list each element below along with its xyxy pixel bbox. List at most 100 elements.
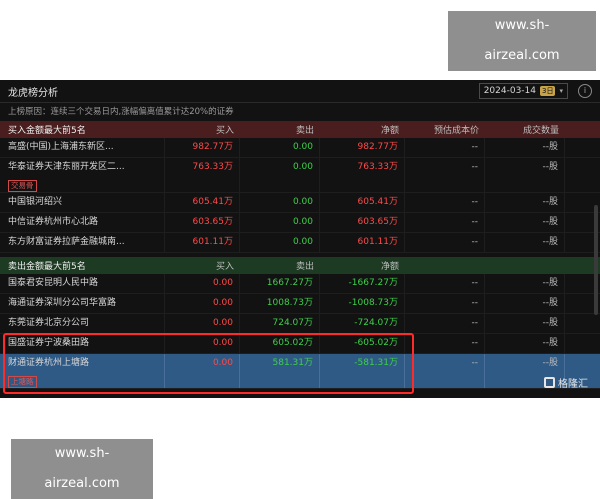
net-amount: 605.41万 (320, 193, 405, 212)
broker-name: 华泰证券天津东丽开发区二... (8, 162, 125, 172)
panel-title: 龙虎榜分析 (8, 87, 58, 99)
net-amount: 763.33万 (320, 158, 405, 192)
broker-tag[interactable]: 交易骨 (8, 180, 37, 192)
date-picker[interactable]: 2024-03-14 3日 ▾ (478, 83, 568, 99)
table-row[interactable]: 国盛证券宁波桑田路 0.00 605.02万 -605.02万 -- --股 (0, 334, 600, 354)
net-amount: -1008.73万 (320, 294, 405, 313)
volume: --股 (485, 233, 565, 252)
sell-amount: 0.00 (240, 193, 320, 212)
net-amount: 601.11万 (320, 233, 405, 252)
volume: --股 (485, 294, 565, 313)
sell-amount: 605.02万 (240, 334, 320, 353)
broker-name: 海通证券深圳分公司华富路 (0, 294, 165, 313)
net-amount: -724.07万 (320, 314, 405, 333)
volume: --股 (485, 314, 565, 333)
broker-name: 国泰君安昆明人民中路 (0, 274, 165, 293)
date-value: 2024-03-14 (483, 86, 537, 96)
broker-name: 东莞证券北京分公司 (0, 314, 165, 333)
broker-name: 高盛(中国)上海浦东新区... (0, 138, 165, 157)
net-amount: 982.77万 (320, 138, 405, 157)
chevron-down-icon: ▾ (559, 87, 563, 95)
column-net[interactable]: 净额 (320, 259, 405, 272)
column-volume[interactable]: 成交数量 (485, 123, 565, 136)
buy-amount: 0.00 (165, 294, 240, 313)
volume: --股 (485, 213, 565, 232)
sell-section-header: 卖出金额最大前5名 买入 卖出 净额 (0, 257, 600, 274)
broker-name: 中国银河绍兴 (0, 193, 165, 212)
table-row[interactable]: 高盛(中国)上海浦东新区... 982.77万 0.00 982.77万 -- … (0, 138, 600, 158)
net-amount: -1667.27万 (320, 274, 405, 293)
watermark-bottom: www.sh-airzeal.com (11, 439, 153, 499)
table-row[interactable]: 中信证券杭州市心北路 603.65万 0.00 603.65万 -- --股 (0, 213, 600, 233)
table-row[interactable]: 中国银河绍兴 605.41万 0.00 605.41万 -- --股 (0, 193, 600, 213)
panel-titlebar: 龙虎榜分析 2024-03-14 3日 ▾ i (0, 80, 600, 103)
est-cost: -- (405, 274, 485, 293)
est-cost: -- (405, 314, 485, 333)
volume: --股 (485, 193, 565, 212)
buy-amount: 0.00 (165, 274, 240, 293)
column-buy[interactable]: 买入 (165, 123, 240, 136)
est-cost: -- (405, 138, 485, 157)
listing-reason: 上榜原因：连续三个交易日内,涨幅偏离值累计达20%的证券 (8, 107, 234, 117)
est-cost: -- (405, 158, 485, 192)
buy-amount: 601.11万 (165, 233, 240, 252)
net-amount: 603.65万 (320, 213, 405, 232)
sell-amount: 0.00 (240, 213, 320, 232)
sell-amount: 581.31万 (240, 354, 320, 388)
broker-tag[interactable]: 上塘路 (8, 376, 37, 388)
est-cost: -- (405, 213, 485, 232)
watermark-top: www.sh-airzeal.com (448, 11, 596, 71)
table-row[interactable]: 东莞证券北京分公司 0.00 724.07万 -724.07万 -- --股 (0, 314, 600, 334)
column-sell[interactable]: 卖出 (240, 123, 320, 136)
date-range-badge: 3日 (540, 86, 556, 96)
buy-amount: 603.65万 (165, 213, 240, 232)
buy-amount: 982.77万 (165, 138, 240, 157)
net-amount: -605.02万 (320, 334, 405, 353)
est-cost: -- (405, 233, 485, 252)
sell-amount: 1667.27万 (240, 274, 320, 293)
table-row[interactable]: 华泰证券天津东丽开发区二... 交易骨 763.33万 0.00 763.33万… (0, 158, 600, 193)
info-icon[interactable]: i (578, 84, 592, 98)
volume: --股 (485, 334, 565, 353)
sell-amount: 724.07万 (240, 314, 320, 333)
sell-amount: 1008.73万 (240, 294, 320, 313)
broker-name: 中信证券杭州市心北路 (0, 213, 165, 232)
table-row[interactable]: 海通证券深圳分公司华富路 0.00 1008.73万 -1008.73万 -- … (0, 294, 600, 314)
sell-section-title: 卖出金额最大前5名 (8, 262, 86, 272)
table-row[interactable]: 国泰君安昆明人民中路 0.00 1667.27万 -1667.27万 -- --… (0, 274, 600, 294)
sell-amount: 0.00 (240, 233, 320, 252)
gelonghui-logo: 格隆汇 (544, 375, 588, 390)
broker-name-cell: 财通证券杭州上塘路 上塘路 (0, 354, 165, 388)
broker-name-cell: 华泰证券天津东丽开发区二... 交易骨 (0, 158, 165, 192)
buy-section-title: 买入金额最大前5名 (8, 126, 86, 136)
buy-amount: 0.00 (165, 314, 240, 333)
scrollbar[interactable] (594, 205, 598, 315)
buy-amount: 605.41万 (165, 193, 240, 212)
column-est-cost[interactable]: 预估成本价 (405, 123, 485, 136)
logo-text: 格隆汇 (558, 379, 588, 390)
net-amount: -581.31万 (320, 354, 405, 388)
table-row-selected[interactable]: 财通证券杭州上塘路 上塘路 0.00 581.31万 -581.31万 -- -… (0, 354, 600, 389)
broker-name: 财通证券杭州上塘路 (8, 358, 90, 368)
column-buy[interactable]: 买入 (165, 259, 240, 272)
est-cost: -- (405, 354, 485, 388)
volume: --股 (485, 274, 565, 293)
column-sell[interactable]: 卖出 (240, 259, 320, 272)
sell-amount: 0.00 (240, 158, 320, 192)
dragon-tiger-panel: 龙虎榜分析 2024-03-14 3日 ▾ i 上榜原因：连续三个交易日内,涨幅… (0, 80, 600, 398)
column-net[interactable]: 净额 (320, 123, 405, 136)
broker-name: 东方财富证券拉萨金融城南... (0, 233, 165, 252)
est-cost: -- (405, 334, 485, 353)
buy-section-header: 买入金额最大前5名 买入 卖出 净额 预估成本价 成交数量 (0, 121, 600, 138)
volume: --股 (485, 138, 565, 157)
est-cost: -- (405, 193, 485, 212)
logo-icon (544, 377, 555, 388)
buy-amount: 763.33万 (165, 158, 240, 192)
est-cost: -- (405, 294, 485, 313)
sell-amount: 0.00 (240, 138, 320, 157)
broker-name: 国盛证券宁波桑田路 (0, 334, 165, 353)
buy-amount: 0.00 (165, 334, 240, 353)
table-row[interactable]: 东方财富证券拉萨金融城南... 601.11万 0.00 601.11万 -- … (0, 233, 600, 253)
buy-amount: 0.00 (165, 354, 240, 388)
volume: --股 (485, 158, 565, 192)
